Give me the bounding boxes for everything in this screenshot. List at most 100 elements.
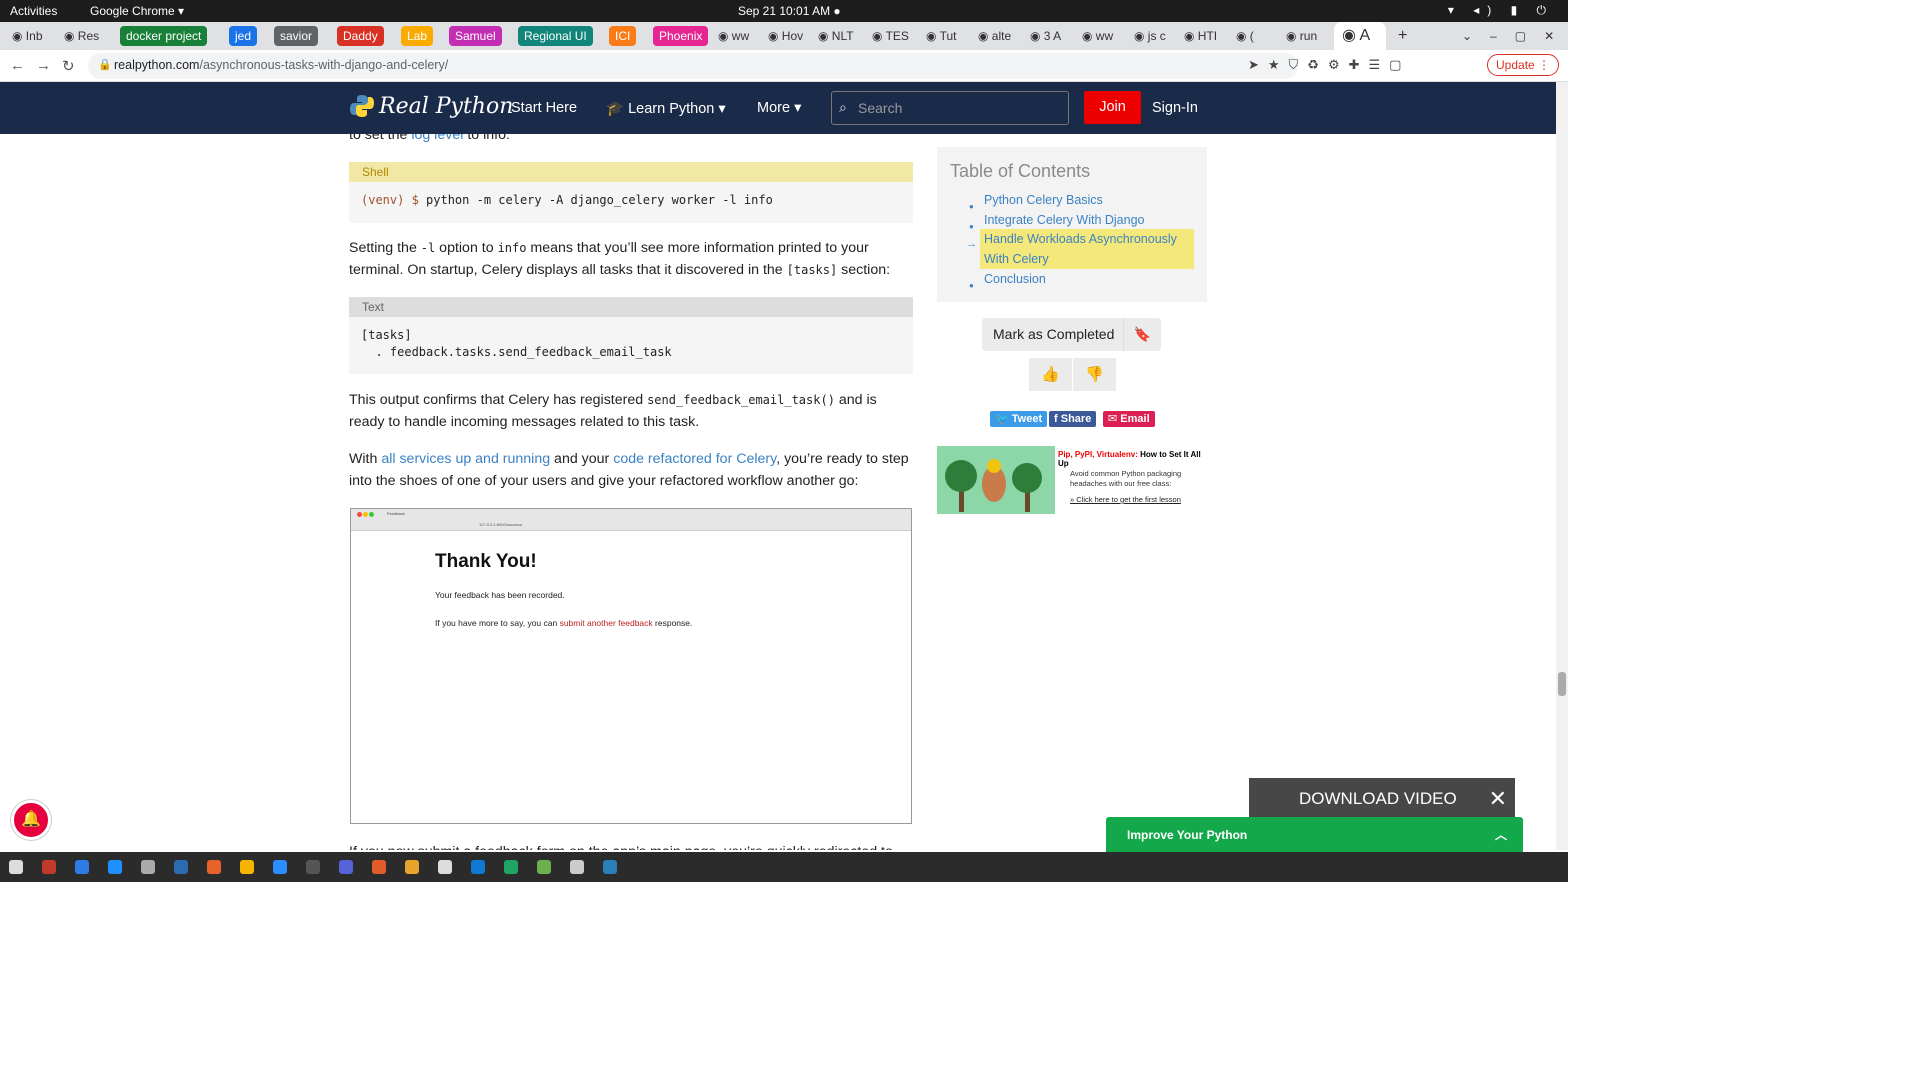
services-link[interactable]: all services up and running	[381, 451, 550, 467]
ad-illustration	[937, 446, 1055, 514]
chevron-up-icon[interactable]: ︿	[1495, 817, 1507, 853]
search-icon: ⌕	[839, 99, 847, 115]
arrow-icon: →	[966, 238, 977, 250]
taskbar-app-icon[interactable]	[438, 860, 452, 874]
browser-tab[interactable]: ◉ A	[1342, 26, 1388, 46]
browser-tab[interactable]: ◉ Inb	[12, 26, 58, 46]
browser-tab[interactable]: ◉ js c	[1134, 26, 1180, 46]
thank-you-heading: Thank You!	[435, 551, 537, 572]
lock-icon: 🔒	[98, 59, 112, 71]
reload-icon[interactable]: ↻	[62, 57, 75, 75]
new-tab-icon[interactable]: +	[1398, 26, 1407, 46]
ad-link[interactable]: » Click here to get the first lesson	[1070, 495, 1181, 504]
nav-learn-python[interactable]: 🎓 Learn Python ▾	[606, 100, 726, 117]
forward-icon[interactable]: →	[36, 57, 51, 74]
taskbar-app-icon[interactable]	[42, 860, 56, 874]
toc-item[interactable]: Conclusion	[984, 270, 1046, 289]
active-tab[interactable]: ◉ A	[1334, 22, 1386, 50]
browser-tab[interactable]: ◉ Res	[64, 26, 110, 46]
taskbar-app-icon[interactable]	[207, 860, 221, 874]
browser-tab[interactable]: docker project	[120, 26, 208, 46]
window-controls[interactable]: ⌄–▢✕	[1462, 26, 1572, 46]
browser-tab[interactable]: ◉ ww	[718, 26, 764, 46]
nav-more[interactable]: More ▾	[757, 100, 801, 116]
taskbar-app-icon[interactable]	[405, 860, 419, 874]
taskbar-app-icon[interactable]	[108, 860, 122, 874]
browser-tab[interactable]: ◉ TES	[872, 26, 918, 46]
browser-tab[interactable]: savior	[274, 26, 319, 46]
toc-item-current[interactable]: Handle Workloads Asynchronously	[984, 230, 1177, 249]
taskbar-app-icon[interactable]	[240, 860, 254, 874]
browser-tab[interactable]: ◉ NLT	[818, 26, 864, 46]
tweet-button[interactable]: 🐦 Tweet	[990, 411, 1048, 427]
code-refactored-link[interactable]: code refactored for Celery	[613, 451, 776, 467]
site-logo[interactable]: Real Python	[349, 93, 513, 119]
site-header: Real Python Start Here 🎓 Learn Python ▾ …	[0, 82, 1556, 134]
notification-bell-icon[interactable]: 🔔	[11, 800, 51, 840]
taskbar-app-icon[interactable]	[372, 860, 386, 874]
code-content: [tasks] . feedback.tasks.send_feedback_e…	[361, 328, 672, 359]
browser-tab[interactable]: ◉ Tut	[926, 26, 972, 46]
taskbar-app-icon[interactable]	[603, 860, 617, 874]
share-button[interactable]: f Share	[1049, 411, 1097, 427]
bookmark-icon[interactable]: 🔖	[1123, 318, 1161, 351]
mark-completed-button[interactable]: Mark as Completed 🔖	[982, 318, 1161, 351]
taskbar-app-icon[interactable]	[141, 860, 155, 874]
log-level-link[interactable]: log level	[411, 134, 463, 143]
browser-tab[interactable]: Lab	[401, 26, 434, 46]
ad-banner[interactable]: Pip, PyPI, Virtualenv: How to Set It All…	[937, 446, 1207, 514]
browser-tab[interactable]: ◉ HTI	[1184, 26, 1230, 46]
toc-item[interactable]: Python Celery Basics	[984, 191, 1103, 210]
taskbar-app-icon[interactable]	[570, 860, 584, 874]
email-button[interactable]: ✉ Email	[1103, 411, 1155, 427]
taskbar-app-icon[interactable]	[306, 860, 320, 874]
sign-in-link[interactable]: Sign-In	[1152, 100, 1198, 116]
activities-button[interactable]: Activities	[10, 4, 57, 18]
tab-strip: ◉ Inb ◉ Res docker project jed savior Daddy La…	[0, 22, 1568, 50]
browser-tab[interactable]: ◉ alte	[978, 26, 1024, 46]
browser-tab[interactable]: ◉ ww	[1082, 26, 1128, 46]
system-tray[interactable]: ▾ ◂) ▮ ⏻	[1448, 3, 1554, 18]
scrollbar[interactable]	[1556, 82, 1568, 850]
page-content: to set the log level to info: Shell (ven…	[0, 134, 1556, 850]
taskbar-app-icon[interactable]	[273, 860, 287, 874]
taskbar-app-icon[interactable]	[537, 860, 551, 874]
update-button[interactable]: Update ⋮	[1487, 54, 1559, 76]
thumbs-up-icon[interactable]: 👍	[1029, 358, 1072, 391]
browser-tab[interactable]: Phoenix	[653, 26, 709, 46]
search-input[interactable]: ⌕ Search	[831, 91, 1069, 125]
browser-tab[interactable]: ◉ (	[1236, 26, 1282, 46]
extension-icons[interactable]: ➤★⛉♻⚙✚☰▢	[1248, 57, 1410, 73]
browser-tab[interactable]: ◉ run	[1286, 26, 1332, 46]
browser-tab[interactable]: Daddy	[337, 26, 384, 46]
download-video-bar[interactable]: DOWNLOAD VIDEO ✕	[1249, 778, 1515, 820]
clock[interactable]: Sep 21 10:01 AM ●	[738, 4, 841, 18]
join-button[interactable]: Join	[1084, 91, 1141, 124]
paragraph: With all services up and running and you…	[349, 451, 909, 489]
toc-item-current[interactable]: With Celery	[984, 250, 1049, 269]
bullet-icon: ●	[969, 202, 974, 211]
url-domain: realpython.com	[114, 58, 200, 72]
scrollbar-thumb[interactable]	[1558, 672, 1566, 696]
close-icon[interactable]: ✕	[1489, 778, 1507, 820]
browser-tab[interactable]: ICI	[609, 26, 637, 46]
browser-tab[interactable]: Regional UI	[518, 26, 593, 46]
browser-tab[interactable]: ◉ Hov	[768, 26, 814, 46]
taskbar-app-icon[interactable]	[471, 860, 485, 874]
taskbar-app-icon[interactable]	[75, 860, 89, 874]
url-field[interactable]: 🔒 realpython.com/asynchronous-tasks-with…	[88, 53, 1298, 79]
browser-tab[interactable]: Samuel	[449, 26, 502, 46]
taskbar-app-icon[interactable]	[174, 860, 188, 874]
back-icon[interactable]: ←	[10, 57, 25, 74]
toc-item[interactable]: Integrate Celery With Django	[984, 211, 1145, 230]
taskbar-app-icon[interactable]	[504, 860, 518, 874]
thumbs-down-icon[interactable]: 👎	[1073, 358, 1116, 391]
taskbar-app-icon[interactable]	[9, 860, 23, 874]
paragraph: Setting the -l option to info means that…	[349, 240, 891, 278]
taskbar-app-icon[interactable]	[339, 860, 353, 874]
app-menu[interactable]: Google Chrome ▾	[90, 4, 184, 18]
browser-tab[interactable]: ◉ 3 A	[1030, 26, 1076, 46]
browser-tab[interactable]: jed	[229, 26, 258, 46]
improve-python-bar[interactable]: Improve Your Python ︿	[1106, 817, 1523, 853]
nav-start-here[interactable]: Start Here	[511, 100, 577, 116]
